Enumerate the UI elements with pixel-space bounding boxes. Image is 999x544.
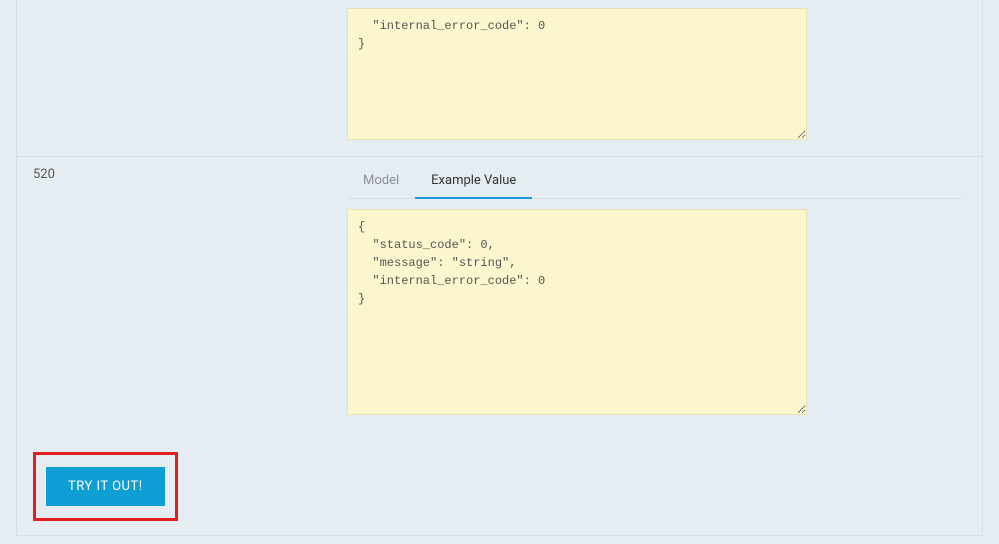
response-tabs: Model Example Value: [347, 165, 962, 199]
status-column: 520: [17, 157, 347, 431]
tab-example-value[interactable]: Example Value: [415, 165, 532, 199]
response-example-code-prev[interactable]: [347, 8, 807, 140]
status-code-520: 520: [33, 167, 55, 182]
try-it-out-highlight: TRY IT OUT!: [33, 452, 178, 521]
detail-column: [347, 0, 982, 156]
detail-column: Model Example Value: [347, 157, 982, 431]
response-row-520: 520 Model Example Value: [17, 156, 982, 431]
api-response-panel: 520 Model Example Value TRY IT OUT!: [16, 0, 983, 536]
response-row-prev: [17, 0, 982, 156]
try-it-out-button[interactable]: TRY IT OUT!: [46, 467, 165, 506]
status-column: [17, 0, 347, 156]
response-example-code-520[interactable]: [347, 209, 807, 415]
tab-model[interactable]: Model: [347, 165, 415, 199]
